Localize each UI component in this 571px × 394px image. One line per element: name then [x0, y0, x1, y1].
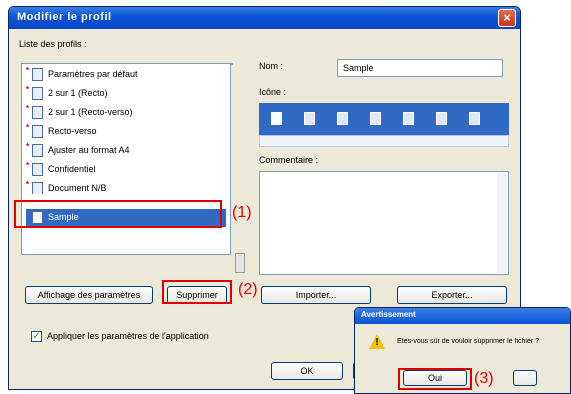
no-button[interactable] — [513, 370, 537, 386]
list-item[interactable]: * Confidentiel — [26, 161, 226, 179]
warning-title: Avertissement — [361, 310, 416, 319]
close-icon[interactable]: × — [498, 9, 516, 27]
profile-name: Document N/B — [48, 183, 107, 193]
delete-button-highlight — [162, 280, 232, 304]
warning-title-bar: Avertissement — [355, 308, 570, 324]
list-item[interactable]: * Ajuster au format A4 — [26, 142, 226, 160]
list-item[interactable]: * Recto-verso — [26, 123, 226, 141]
profile-icon — [32, 68, 43, 81]
export-button[interactable]: Exporter... — [397, 286, 507, 304]
profile-icon — [32, 87, 43, 100]
selected-profile-highlight — [14, 200, 222, 228]
default-marker-icon: * — [26, 142, 30, 151]
profile-name: 2 sur 1 (Recto) — [48, 88, 108, 98]
list-item[interactable]: * 2 sur 1 (Recto-verso) — [26, 104, 226, 122]
comment-scrollbar[interactable] — [497, 173, 507, 273]
doc-icon[interactable] — [337, 112, 348, 125]
name-input[interactable]: Sample — [337, 59, 503, 77]
yes-button-highlight — [398, 368, 472, 390]
profile-name: 2 sur 1 (Recto-verso) — [48, 107, 133, 117]
dialog-title: Modifier le profil — [17, 11, 112, 23]
doc-icon[interactable] — [304, 112, 315, 125]
image-icon[interactable] — [370, 112, 381, 125]
list-item[interactable]: * Document N/B — [26, 180, 226, 194]
profile-icon — [32, 106, 43, 119]
import-button[interactable]: Importer... — [261, 286, 371, 304]
icon-scrollbar[interactable] — [259, 135, 509, 147]
profile-icon — [32, 125, 43, 138]
list-item[interactable]: * 2 sur 1 (Recto) — [26, 85, 226, 103]
list-scroll-button[interactable] — [235, 253, 245, 273]
list-border — [231, 63, 233, 65]
profiles-label: Liste des profils : — [19, 39, 87, 49]
callout-3: (3) — [474, 370, 494, 387]
pen-icon[interactable] — [469, 112, 480, 125]
profile-icon — [32, 163, 43, 176]
profile-name: Ajuster au format A4 — [48, 145, 130, 155]
default-marker-icon: * — [26, 66, 30, 75]
comment-label: Commentaire : — [259, 155, 319, 165]
callout-1: (1) — [232, 204, 252, 221]
icone-label: Icône : — [259, 87, 287, 97]
warning-exclamation-icon: ! — [375, 337, 379, 348]
default-marker-icon: * — [26, 104, 30, 113]
nom-label: Nom : — [259, 61, 284, 71]
profile-icon — [32, 144, 43, 157]
callout-2: (2) — [238, 281, 258, 298]
list-item[interactable]: * Paramètres par défaut — [26, 66, 226, 84]
display-settings-button[interactable]: Affichage des paramètres — [25, 286, 153, 304]
apply-settings-label: Appliquer les paramètres de l'applicatio… — [47, 331, 209, 341]
profile-name: Recto-verso — [48, 126, 97, 136]
apply-settings-checkbox[interactable]: ✓ — [31, 331, 42, 342]
profile-name: Confidentiel — [48, 164, 96, 174]
default-marker-icon: * — [26, 161, 30, 170]
ok-button[interactable]: OK — [271, 362, 343, 380]
profile-name: Paramètres par défaut — [48, 69, 138, 79]
title-bar: Modifier le profil × — [9, 7, 520, 29]
doc-icon[interactable] — [271, 112, 282, 125]
profile-icon — [32, 182, 43, 194]
warning-message: Êtes-vous sûr de vouloir supprimer le fi… — [397, 338, 540, 345]
icon-selector[interactable] — [259, 103, 509, 135]
default-marker-icon: * — [26, 85, 30, 94]
comment-textarea[interactable] — [259, 171, 509, 275]
book-icon[interactable] — [436, 112, 447, 125]
default-marker-icon: * — [26, 123, 30, 132]
default-marker-icon: * — [26, 180, 30, 189]
doc-icon[interactable] — [403, 112, 414, 125]
